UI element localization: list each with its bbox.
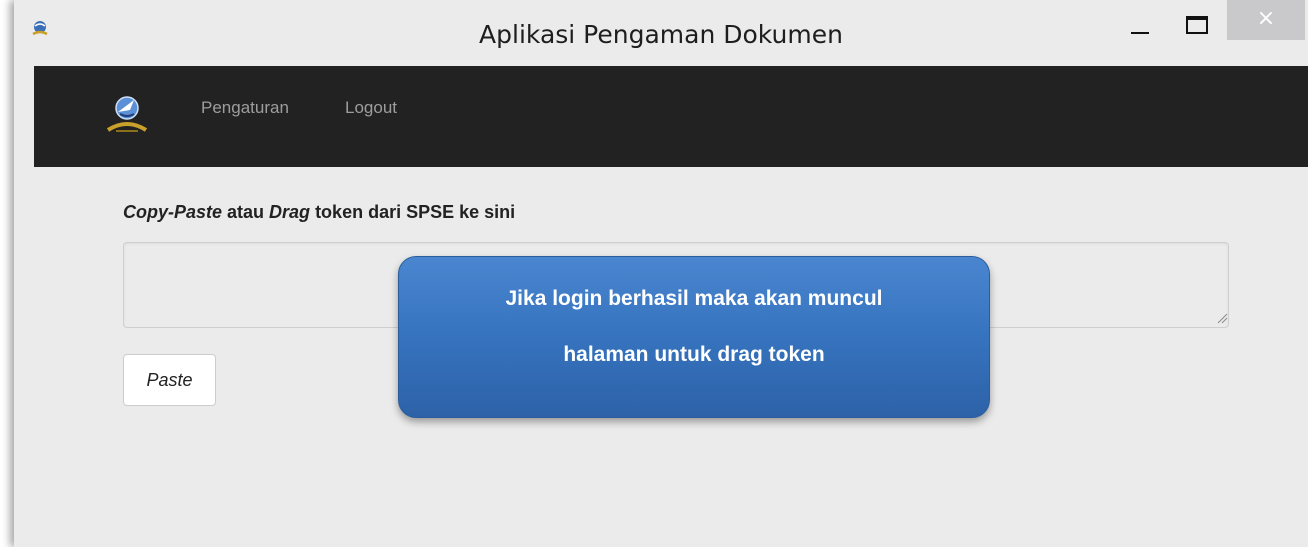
minimize-button[interactable] <box>1115 0 1161 36</box>
tutorial-callout: Jika login berhasil maka akan muncul hal… <box>398 256 990 418</box>
brand-logo-icon[interactable] <box>104 88 150 138</box>
nav-logout[interactable]: Logout <box>345 98 397 118</box>
navbar: Pengaturan Logout <box>34 66 1308 167</box>
paste-button[interactable]: Paste <box>123 354 216 406</box>
maximize-button[interactable] <box>1170 0 1216 36</box>
callout-line-1: Jika login berhasil maka akan muncul <box>505 287 883 310</box>
nav-pengaturan[interactable]: Pengaturan <box>201 98 289 118</box>
minimize-icon <box>1131 32 1149 34</box>
callout-line-2: halaman untuk drag token <box>563 343 825 366</box>
token-instruction: Copy-Paste atau Drag token dari SPSE ke … <box>123 202 515 223</box>
instruction-emphasis-copy-paste: Copy-Paste <box>123 202 223 222</box>
instruction-text-end: token dari SPSE ke sini <box>310 202 516 222</box>
resize-grip-icon[interactable] <box>1216 312 1228 324</box>
title-bar[interactable]: Aplikasi Pengaman Dokumen × <box>14 0 1308 66</box>
maximize-icon <box>1186 16 1208 34</box>
window-title: Aplikasi Pengaman Dokumen <box>479 20 843 49</box>
instruction-text: atau <box>222 202 270 222</box>
instruction-emphasis-drag: Drag <box>269 202 311 222</box>
close-button[interactable]: × <box>1227 0 1305 40</box>
close-icon: × <box>1256 6 1276 31</box>
